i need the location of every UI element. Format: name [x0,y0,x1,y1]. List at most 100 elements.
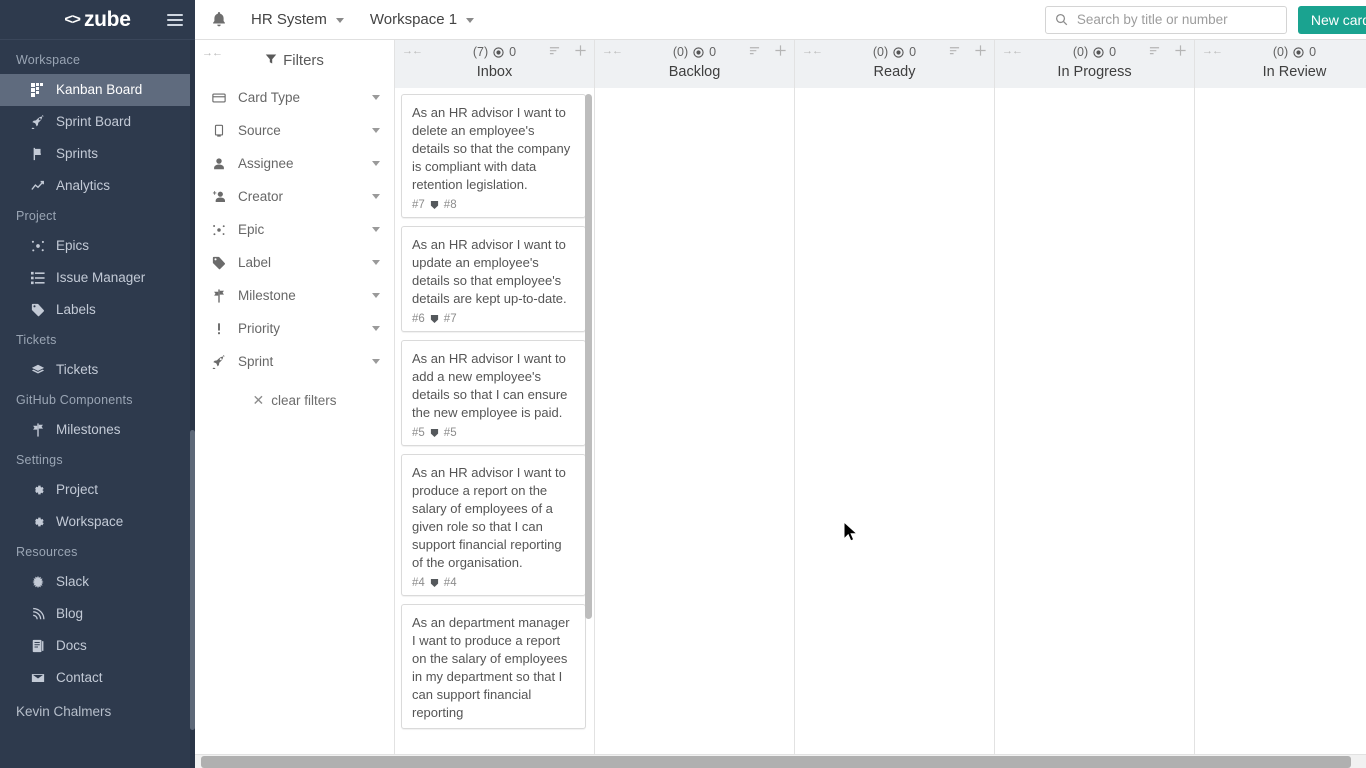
hamburger-icon[interactable] [167,13,183,26]
sidebar-item-label: Sprints [56,146,99,161]
clear-filters-label: clear filters [271,393,337,408]
bell-icon[interactable] [209,10,229,30]
nav-section-tickets: Tickets [16,333,57,347]
rss-icon [30,607,45,622]
filter-milestone[interactable]: Milestone [195,279,394,312]
tag-icon [30,303,45,318]
sidebar-item-issue-manager[interactable]: Issue Manager [0,262,195,294]
card-title: As an HR advisor I want to delete an emp… [412,105,571,192]
sidebar-item-project-settings[interactable]: Project [0,474,195,506]
card[interactable]: As an HR advisor I want to produce a rep… [401,454,586,596]
sidebar-item-label: Docs [56,638,87,653]
column-card-count: (7) [472,45,489,59]
filter-epic[interactable]: Epic [195,213,394,246]
filters-title: Filters [195,48,394,81]
column-header: →← (0) 0 [595,40,794,88]
column-collapse-arrows-icon[interactable]: →← [802,45,823,57]
card[interactable]: As an department manager I want to produ… [401,604,586,729]
card-footer: #5 #5 [412,427,575,439]
sort-icon[interactable] [748,45,761,56]
sidebar-user-name[interactable]: Kevin Chalmers [0,694,195,731]
column-body[interactable] [1195,88,1366,768]
rocket-icon [211,354,227,369]
column-scrollbar-thumb[interactable] [585,94,592,619]
sidebar-item-slack[interactable]: Slack [0,566,195,598]
search-box[interactable] [1044,5,1287,34]
gear-icon [30,483,45,498]
new-card-button[interactable]: New card [1297,5,1366,34]
filter-card-type[interactable]: Card Type [195,81,394,114]
column-collapse-arrows-icon[interactable]: →← [602,45,623,57]
sidebar-item-sprint-board[interactable]: Sprint Board [0,106,195,138]
filter-label: Source [238,123,281,138]
card-number: #5 [412,427,425,439]
column-collapse-arrows-icon[interactable]: →← [402,45,423,57]
list-icon [30,271,45,286]
workspace-name: Workspace 1 [369,11,458,28]
zube-logo[interactable]: <> zube [64,8,130,32]
priority-icon [211,322,227,336]
sidebar-item-workspace-settings[interactable]: Workspace [0,506,195,538]
column-collapse-arrows-icon[interactable]: →← [1202,45,1223,57]
plus-icon[interactable] [974,44,987,57]
sort-icon[interactable] [548,45,561,56]
card[interactable]: As an HR advisor I want to add a new emp… [401,340,586,446]
filter-assignee[interactable]: Assignee [195,147,394,180]
project-selector[interactable]: HR System [251,11,344,28]
sidebar-item-milestones[interactable]: Milestones [0,414,195,446]
plus-icon[interactable] [574,44,587,57]
main-area: HR System Workspace 1 New card →← [195,0,1366,768]
plus-icon[interactable] [1174,44,1187,57]
filters-title-label: Filters [283,52,324,69]
github-icon [430,314,439,324]
column-card-count: (0) [1272,45,1289,59]
filter-sprint[interactable]: Sprint [195,345,394,378]
horizontal-scrollbar[interactable] [195,754,1366,768]
sidebar-item-labels[interactable]: Labels [0,294,195,326]
sidebar-item-epics[interactable]: Epics [0,230,195,262]
column-body[interactable] [795,88,994,768]
clear-filters-button[interactable]: ✕ clear filters [195,378,394,409]
kanban-icon [30,83,45,98]
column-body[interactable] [995,88,1194,768]
github-icon [430,428,439,438]
horizontal-scrollbar-thumb[interactable] [201,756,1351,768]
chevron-down-icon [372,359,380,364]
sidebar-item-docs[interactable]: Docs [0,630,195,662]
filters-collapse-arrows-icon[interactable]: →← [202,47,223,59]
card[interactable]: As an HR advisor I want to delete an emp… [401,94,586,218]
sidebar-item-sprints[interactable]: Sprints [0,138,195,170]
filter-label: Priority [238,321,281,336]
column-body[interactable]: As an HR advisor I want to delete an emp… [395,88,594,768]
filter-priority[interactable]: Priority [195,312,394,345]
column-points: 0 [709,45,717,59]
column-collapse-arrows-icon[interactable]: →← [1002,45,1023,57]
filter-creator[interactable]: Creator [195,180,394,213]
column-header: →← (0) 0 In Review [1195,40,1366,88]
column-body[interactable] [595,88,794,768]
sort-icon[interactable] [948,45,961,56]
sidebar-item-tickets[interactable]: Tickets [0,354,195,386]
filter-source[interactable]: Source [195,114,394,147]
sidebar-item-contact[interactable]: Contact [0,662,195,694]
sidebar-item-analytics[interactable]: Analytics [0,170,195,202]
search-input[interactable] [1074,11,1277,28]
column-card-count: (0) [1072,45,1089,59]
board-wrapper: →← Filters Card Type Source Assignee Cre… [195,40,1366,768]
card-number: #4 [412,577,425,589]
sidebar-item-label: Sprint Board [56,114,132,129]
topbar: HR System Workspace 1 New card [195,0,1366,40]
tag-icon [211,256,227,270]
chevron-down-icon [372,194,380,199]
column-inbox: →← (7) 0 Inbox As an HR advisor I want t… [395,40,595,768]
chevron-down-icon [372,128,380,133]
workspace-selector[interactable]: Workspace 1 [369,11,475,28]
card[interactable]: As an HR advisor I want to update an emp… [401,226,586,332]
sidebar-item-kanban-board[interactable]: Kanban Board [0,74,195,106]
filter-label[interactable]: Label [195,246,394,279]
filter-label-text: Label [238,255,272,270]
sidebar-item-blog[interactable]: Blog [0,598,195,630]
plus-icon[interactable] [774,44,787,57]
card-title: As an HR advisor I want to update an emp… [412,237,567,306]
sort-icon[interactable] [1148,45,1161,56]
